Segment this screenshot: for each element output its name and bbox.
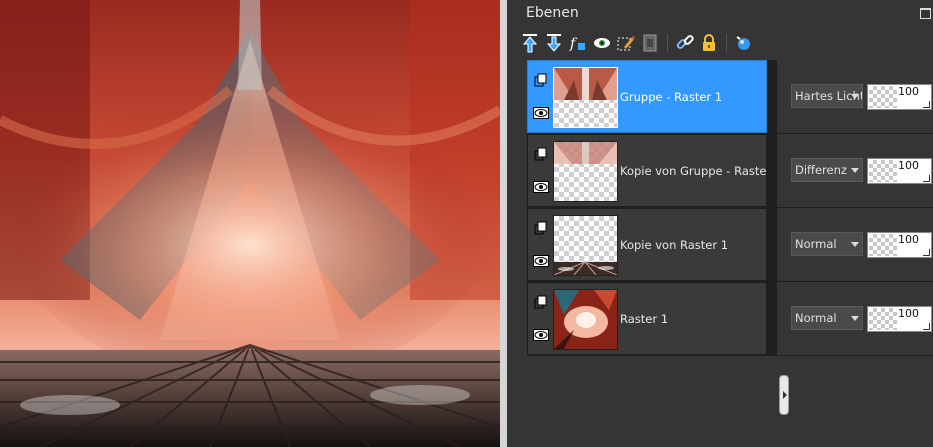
opacity-value: 100 (898, 233, 919, 246)
panel-title: Ebenen (526, 5, 579, 21)
opacity-value: 100 (898, 159, 919, 172)
layer-row[interactable]: Kopie von Raster 1 Normal 100 (527, 208, 933, 282)
blend-mode-select[interactable]: Normal (791, 232, 863, 256)
opacity-value: 100 (898, 307, 919, 320)
layers-panel: Ebenen f Gruppe - Raster 1 Hartes Licht … (507, 0, 933, 447)
chevron-down-icon (851, 94, 859, 99)
layer-list: Gruppe - Raster 1 Hartes Licht 100 Kopie… (527, 60, 933, 415)
canvas-panel-divider[interactable] (500, 0, 507, 447)
edit-selection-icon[interactable] (615, 32, 637, 54)
layer-name[interactable]: Gruppe - Raster 1 (620, 90, 722, 104)
blend-mode-select[interactable]: Hartes Licht (791, 84, 863, 108)
opacity-field[interactable]: 100 (867, 84, 932, 110)
link-layers-icon[interactable] (674, 32, 696, 54)
eye-icon[interactable] (533, 107, 549, 119)
canvas-artwork (0, 0, 500, 447)
layer-group-icon[interactable] (534, 147, 548, 161)
blend-mode-value: Normal (795, 237, 837, 251)
blend-mode-value: Normal (795, 311, 837, 325)
layer-row-main[interactable]: Gruppe - Raster 1 (527, 60, 767, 133)
layer-row-main[interactable]: Kopie von Raster 1 (527, 208, 767, 281)
layer-thumbnail (553, 67, 618, 128)
opacity-field[interactable]: 100 (867, 232, 932, 258)
eye-icon[interactable] (533, 329, 549, 341)
layer-row[interactable]: Kopie von Gruppe - Raster Differenz 100 (527, 134, 933, 208)
blend-mode-value: Differenz (795, 163, 847, 177)
layer-style-icon[interactable] (733, 32, 755, 54)
eye-icon[interactable] (533, 255, 549, 267)
image-canvas[interactable] (0, 0, 500, 447)
layer-effects-icon[interactable]: f (567, 32, 589, 54)
chevron-down-icon (851, 242, 859, 247)
layer-thumbnail (553, 215, 618, 276)
svg-text:f: f (569, 36, 578, 52)
move-layer-up-icon[interactable] (519, 32, 541, 54)
layer-name[interactable]: Raster 1 (620, 312, 668, 326)
opacity-field[interactable]: 100 (867, 306, 932, 332)
layer-thumbnail (553, 289, 618, 350)
maximize-icon[interactable] (920, 8, 931, 19)
layer-group-icon[interactable] (534, 221, 548, 235)
layer-group-icon[interactable] (534, 295, 548, 309)
lock-layer-icon[interactable] (698, 32, 720, 54)
panel-splitter-handle[interactable] (779, 375, 789, 415)
blend-mode-select[interactable]: Normal (791, 306, 863, 330)
opacity-field[interactable]: 100 (867, 158, 932, 184)
eye-icon[interactable] (533, 181, 549, 193)
visibility-toggle-icon[interactable] (591, 32, 613, 54)
layers-toolbar: f (519, 32, 757, 54)
layer-row[interactable]: Raster 1 Normal 100 (527, 282, 933, 356)
layer-name[interactable]: Kopie von Raster 1 (620, 238, 728, 252)
mask-icon[interactable] (639, 32, 661, 54)
layer-group-icon[interactable] (534, 73, 548, 87)
chevron-down-icon (851, 316, 859, 321)
opacity-value: 100 (898, 85, 919, 98)
layer-row-main[interactable]: Raster 1 (527, 282, 767, 355)
layer-row[interactable]: Gruppe - Raster 1 Hartes Licht 100 (527, 60, 933, 134)
move-layer-down-icon[interactable] (543, 32, 565, 54)
layer-thumbnail (553, 141, 618, 202)
blend-mode-select[interactable]: Differenz (791, 158, 863, 182)
chevron-down-icon (851, 168, 859, 173)
layer-row-main[interactable]: Kopie von Gruppe - Raster (527, 134, 771, 207)
layer-name[interactable]: Kopie von Gruppe - Raster (620, 164, 771, 178)
